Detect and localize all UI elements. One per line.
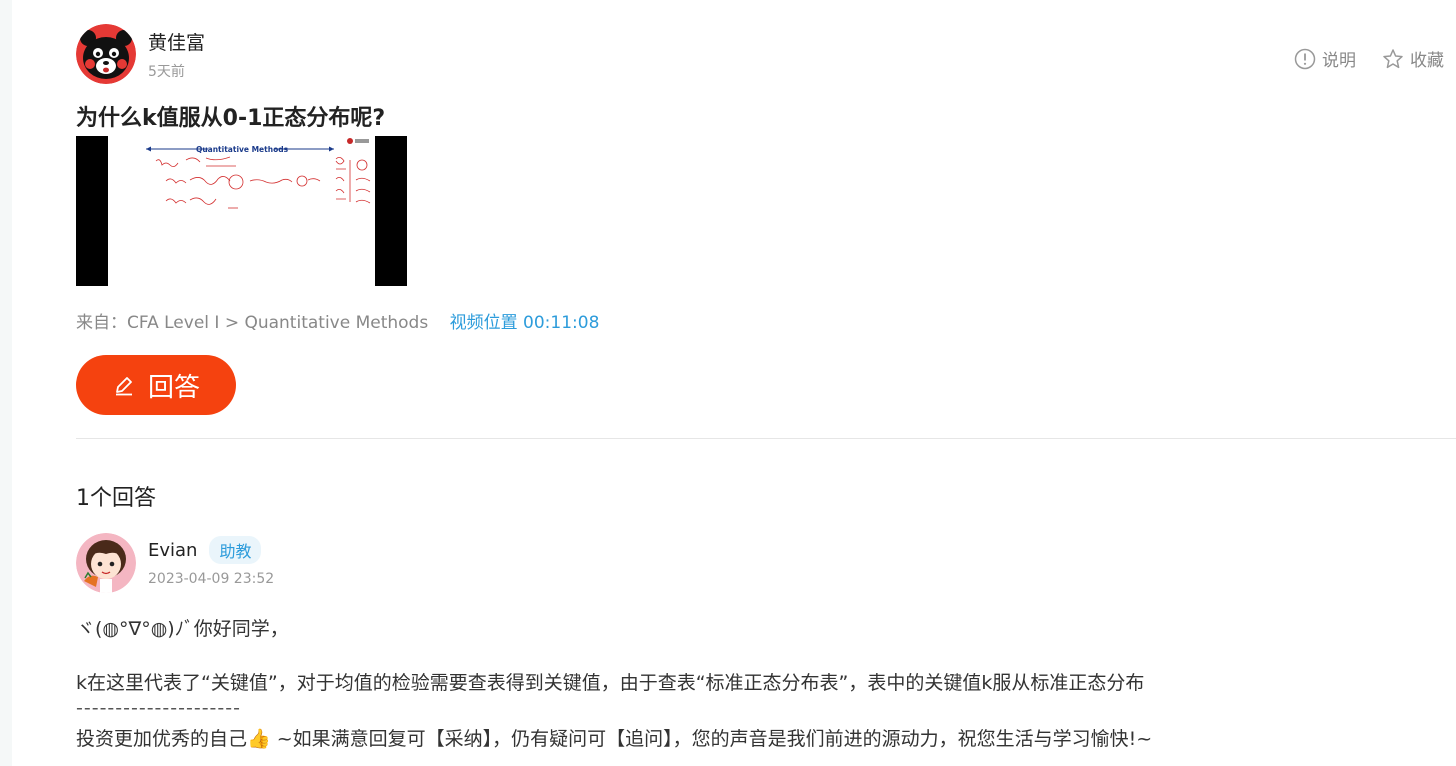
- question-detail-page: 黄佳富 5天前 说明 收藏 为什么k值服从0-1正态分布呢? Quantitat…: [12, 0, 1456, 766]
- bear-avatar-icon: [76, 24, 136, 84]
- answer-time: 2023-04-09 23:52: [148, 571, 275, 587]
- handwritten-notes: [155, 156, 371, 209]
- favorite-button[interactable]: 收藏: [1382, 46, 1444, 71]
- question-time: 5天前: [148, 64, 185, 80]
- divider: [76, 438, 1456, 439]
- info-circle-icon: [1294, 48, 1316, 69]
- video-position-link[interactable]: 视频位置 00:11:08: [450, 313, 600, 333]
- favorite-label: 收藏: [1410, 51, 1444, 71]
- role-badge: 助教: [209, 536, 262, 564]
- thumbnail-slide: Quantitative Methods: [108, 136, 375, 286]
- answerer-name-row: Evian 助教: [148, 536, 262, 564]
- girl-avatar-icon: [76, 533, 136, 593]
- video-thumbnail[interactable]: Quantitative Methods: [76, 136, 407, 286]
- explain-button[interactable]: 说明: [1294, 46, 1356, 71]
- answerer-name[interactable]: Evian: [148, 540, 197, 561]
- answer-button-label: 回答: [147, 372, 200, 403]
- explain-label: 说明: [1322, 51, 1356, 71]
- answers-count: 1个回答: [76, 486, 156, 511]
- star-icon: [1383, 48, 1403, 68]
- slide-drawing: Quantitative Methods: [146, 138, 371, 209]
- asker-name[interactable]: 黄佳富: [148, 28, 205, 55]
- question-title: 为什么k值服从0-1正态分布呢?: [76, 106, 386, 131]
- answer-signature: 投资更加优秀的自己👍 ~如果满意回复可【采纳】，仍有疑问可【追问】，您的声音是我…: [76, 728, 1153, 750]
- answer-separator: ---------------------: [76, 697, 241, 719]
- left-margin-strip: [0, 0, 12, 766]
- answerer-avatar[interactable]: [76, 533, 136, 593]
- pencil-icon: [115, 377, 132, 396]
- answer-body: k在这里代表了“关键值”，对于均值的检验需要查表得到关键值，由于查表“标准正态分…: [76, 672, 1145, 694]
- source-label: 来自：CFA Level I > Quantitative Methods: [76, 313, 429, 333]
- top-actions: 说明 收藏: [1294, 46, 1444, 71]
- question-source: 来自：CFA Level I > Quantitative Methods 视频…: [76, 308, 599, 333]
- answer-greeting: ヾ(◍°∇°◍)ﾉﾞ你好同学，: [76, 618, 289, 640]
- asker-avatar[interactable]: [76, 24, 136, 84]
- answer-button[interactable]: 回答: [76, 355, 236, 415]
